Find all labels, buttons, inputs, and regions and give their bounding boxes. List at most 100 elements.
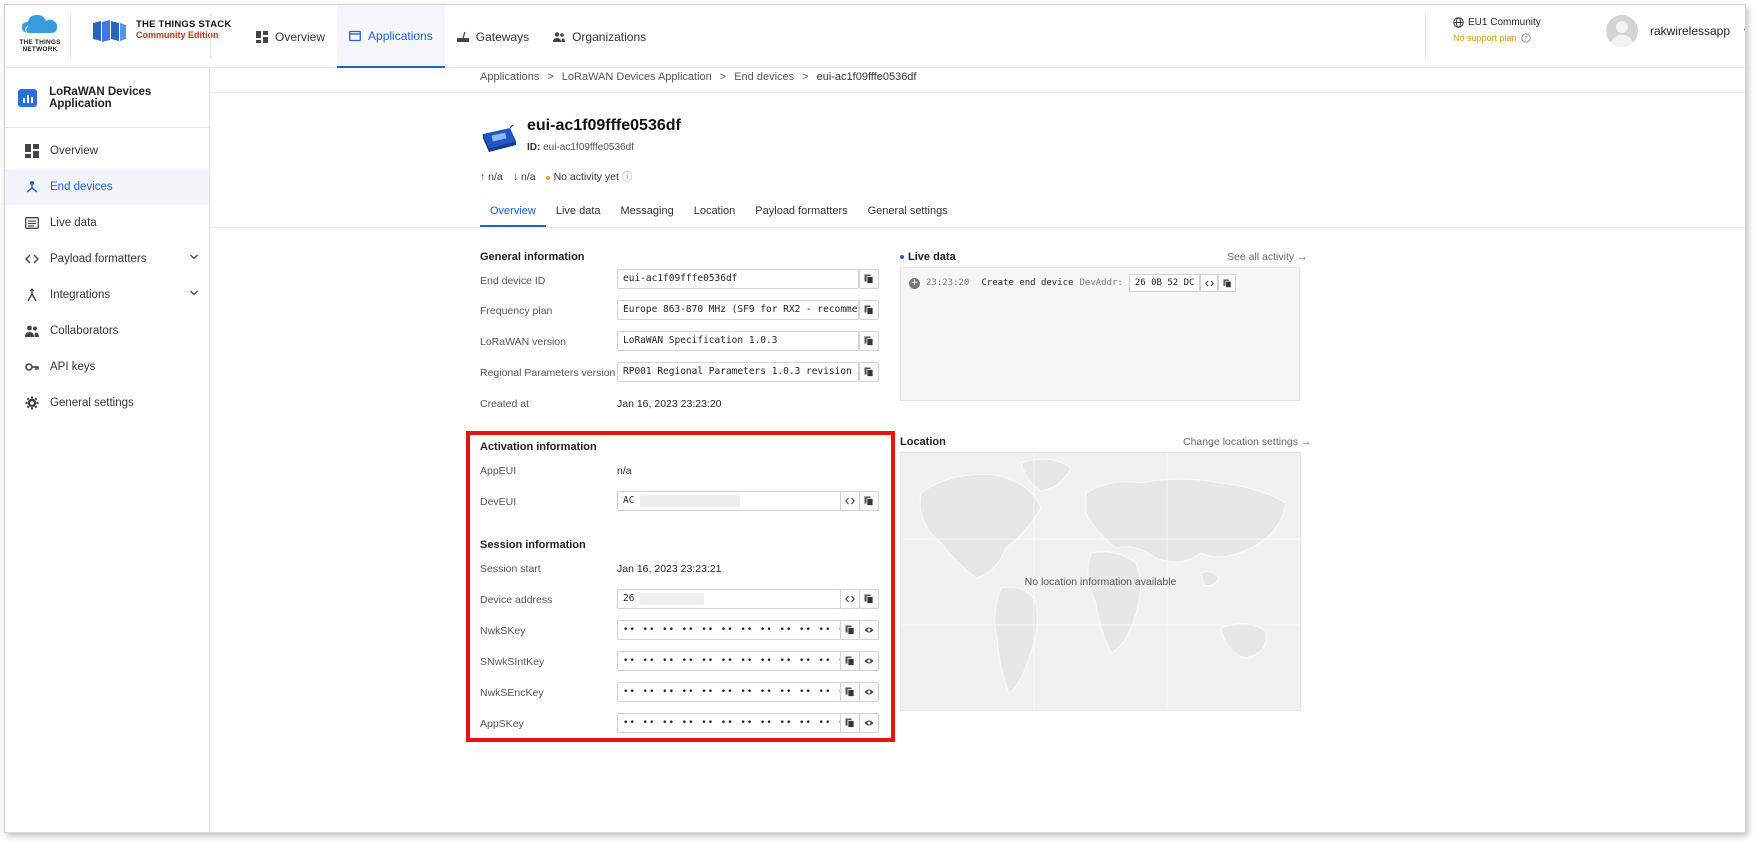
- sidebar-item-label: Live data: [50, 217, 97, 229]
- nav-gateways-label: Gateways: [475, 29, 530, 44]
- sidebar-item-label: Collaborators: [50, 325, 119, 337]
- copy-icon: [864, 274, 874, 284]
- chevron-down-icon: [190, 254, 198, 260]
- frequency-plan-label: Frequency plan: [480, 305, 553, 317]
- ttn-logo[interactable]: THE THINGS NETWORK: [15, 11, 65, 59]
- highlight-box: [466, 431, 895, 742]
- breadcrumb-applications[interactable]: Applications: [480, 71, 539, 83]
- device-id-value: eui-ac1f09fffe0536df: [543, 142, 634, 153]
- sidebar-item-integrations[interactable]: Integrations: [5, 277, 209, 313]
- code-icon: [25, 254, 39, 264]
- help-icon[interactable]: ⓘ: [622, 171, 633, 183]
- tab-general-settings[interactable]: General settings: [858, 197, 958, 227]
- application-icon: [349, 30, 361, 41]
- change-location-link[interactable]: Change location settings →: [1183, 436, 1311, 448]
- tab-location[interactable]: Location: [684, 197, 746, 227]
- sidebar-item-general-settings[interactable]: General settings: [5, 385, 209, 421]
- live-indicator-icon: [900, 255, 904, 259]
- nav-organizations[interactable]: Organizations: [541, 5, 658, 68]
- live-data-title-text: Live data: [908, 251, 956, 263]
- support-plan: No support plan: [1453, 33, 1517, 43]
- breadcrumb-separator: >: [802, 71, 809, 83]
- svg-text:?: ?: [1524, 34, 1527, 42]
- cluster-info[interactable]: EU1 Community No support plan ?: [1453, 17, 1541, 43]
- nav-overview[interactable]: Overview: [244, 5, 337, 68]
- tab-messaging[interactable]: Messaging: [611, 197, 684, 227]
- sidebar-item-api-keys[interactable]: API keys: [5, 349, 209, 385]
- breadcrumb-application[interactable]: LoRaWAN Devices Application: [562, 71, 712, 83]
- arrow-up-icon: ↑: [480, 170, 486, 183]
- location-map[interactable]: No location information available: [900, 452, 1301, 711]
- frequency-plan-field[interactable]: Europe 863-870 MHz (SF9 for RX2 - recomm…: [617, 300, 859, 320]
- divider: [1425, 13, 1426, 59]
- breadcrumb-current: eui-ac1f09fffe0536df: [816, 71, 917, 83]
- tab-payload-formatters[interactable]: Payload formatters: [745, 197, 857, 227]
- app-window: THE THINGS NETWORK THE THINGS STACK Commu…: [4, 4, 1746, 833]
- tab-overview[interactable]: Overview: [480, 197, 546, 227]
- live-data-panel: + 23:23:20 Create end device DevAddr: 26…: [900, 267, 1300, 401]
- sidebar-item-label: General settings: [50, 397, 134, 409]
- copy-icon: [864, 367, 874, 377]
- stack-logo-icon: [93, 20, 126, 42]
- stack-edition: Community Edition: [136, 30, 219, 40]
- ttn-line2: NETWORK: [22, 46, 58, 53]
- end-device-id-label: End device ID: [480, 275, 546, 287]
- event-type: Create end device: [981, 278, 1074, 288]
- device-tabs: Overview Live data Messaging Location Pa…: [480, 197, 958, 227]
- help-icon: ?: [1520, 33, 1531, 43]
- avatar: [1606, 15, 1638, 47]
- nav-applications-label: Applications: [368, 28, 433, 43]
- cluster-name: EU1 Community: [1468, 17, 1541, 28]
- nav-gateways[interactable]: Gateways: [445, 5, 541, 68]
- key-icon: [25, 363, 39, 371]
- nav-applications[interactable]: Applications: [337, 5, 445, 68]
- end-device-id-field[interactable]: eui-ac1f09fffe0536df: [617, 269, 859, 289]
- activity-text: No activity yet: [553, 171, 619, 183]
- arrow-down-icon: ↓: [512, 170, 519, 183]
- sidebar-item-overview[interactable]: Overview: [5, 133, 209, 169]
- copy-button[interactable]: [859, 269, 879, 289]
- downlink-count: n/a: [520, 170, 536, 183]
- sidebar-item-payload-formatters[interactable]: Payload formatters: [5, 241, 209, 277]
- breadcrumb-end-devices[interactable]: End devices: [734, 71, 794, 83]
- copy-icon: [864, 305, 874, 315]
- sidebar-app-header[interactable]: LoRaWAN Devices Application: [5, 68, 209, 128]
- location-title: Location: [900, 436, 946, 448]
- tab-live-data[interactable]: Live data: [546, 197, 611, 227]
- cloud-icon: [22, 15, 58, 34]
- uplink-stat: ↑ n/a: [480, 171, 503, 183]
- live-event-row[interactable]: + 23:23:20 Create end device DevAddr: 26…: [909, 274, 1237, 292]
- chevron-down-icon: [190, 290, 198, 296]
- people-icon: [25, 325, 39, 337]
- divider: [210, 13, 211, 59]
- sidebar-item-label: Overview: [50, 145, 98, 157]
- copy-icon: [864, 336, 874, 346]
- globe-icon: [1453, 17, 1464, 28]
- nav-overview-label: Overview: [275, 29, 326, 44]
- copy-button[interactable]: [859, 362, 879, 382]
- main-nav: Overview Applications Gateways Organizat…: [244, 5, 658, 68]
- device-icon: [483, 125, 516, 152]
- user-menu[interactable]: rakwirelessapp ▼: [1606, 15, 1745, 47]
- stack-title: THE THINGS STACK Community Edition: [136, 19, 231, 41]
- sidebar-item-live-data[interactable]: Live data: [5, 205, 209, 241]
- divider: [210, 92, 1745, 93]
- sidebar-item-label: Payload formatters: [50, 253, 147, 265]
- see-all-activity-link[interactable]: See all activity →: [1227, 251, 1308, 263]
- sidebar-item-end-devices[interactable]: End devices: [5, 169, 209, 205]
- copy-button[interactable]: [859, 300, 879, 320]
- copy-icon: [1223, 278, 1232, 288]
- general-info-title: General information: [480, 251, 585, 263]
- device-title: eui-ac1f09fffe0536df: [527, 117, 681, 134]
- byte-order-toggle[interactable]: [1200, 274, 1219, 292]
- caret-down-icon: ▼: [1742, 26, 1745, 36]
- sidebar-item-collaborators[interactable]: Collaborators: [5, 313, 209, 349]
- copy-button[interactable]: [1218, 274, 1237, 292]
- copy-button[interactable]: [859, 331, 879, 351]
- lorawan-version-field[interactable]: LoRaWAN Specification 1.0.3: [617, 331, 859, 351]
- regional-params-label: Regional Parameters version: [480, 367, 616, 379]
- grid-icon: [256, 30, 268, 43]
- sidebar: LoRaWAN Devices Application Overview End…: [5, 68, 210, 832]
- devaddr-label: DevAddr:: [1079, 278, 1123, 288]
- regional-params-field[interactable]: RP001 Regional Parameters 1.0.3 revision…: [617, 362, 859, 382]
